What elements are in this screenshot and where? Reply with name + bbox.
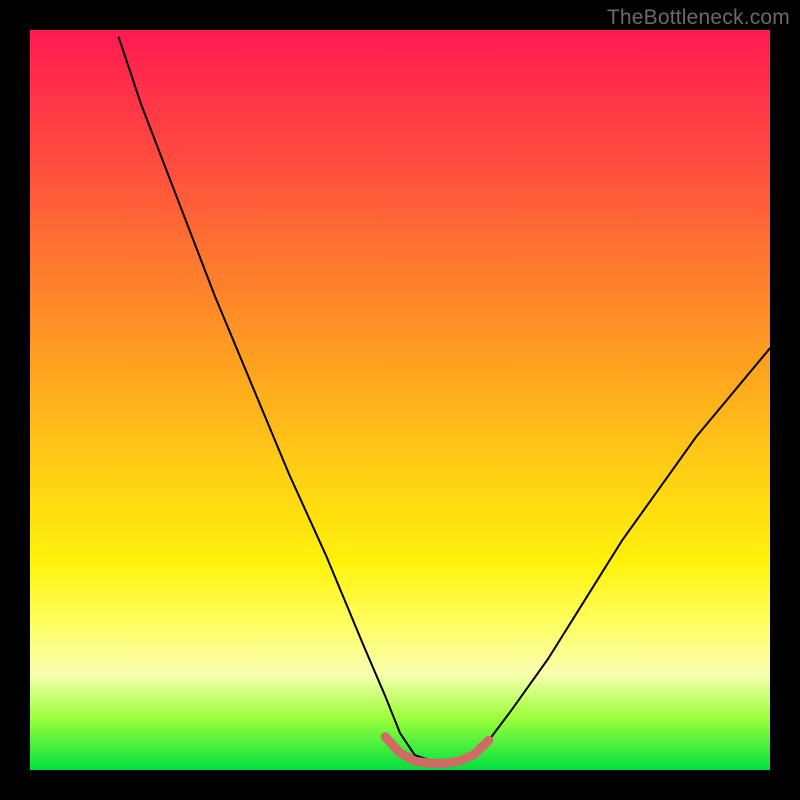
marker-layer [30, 30, 770, 770]
chart-stage: TheBottleneck.com [0, 0, 800, 800]
plot-area [30, 30, 770, 770]
watermark-text: TheBottleneck.com [607, 6, 790, 30]
optimal-region-marker [385, 737, 489, 764]
